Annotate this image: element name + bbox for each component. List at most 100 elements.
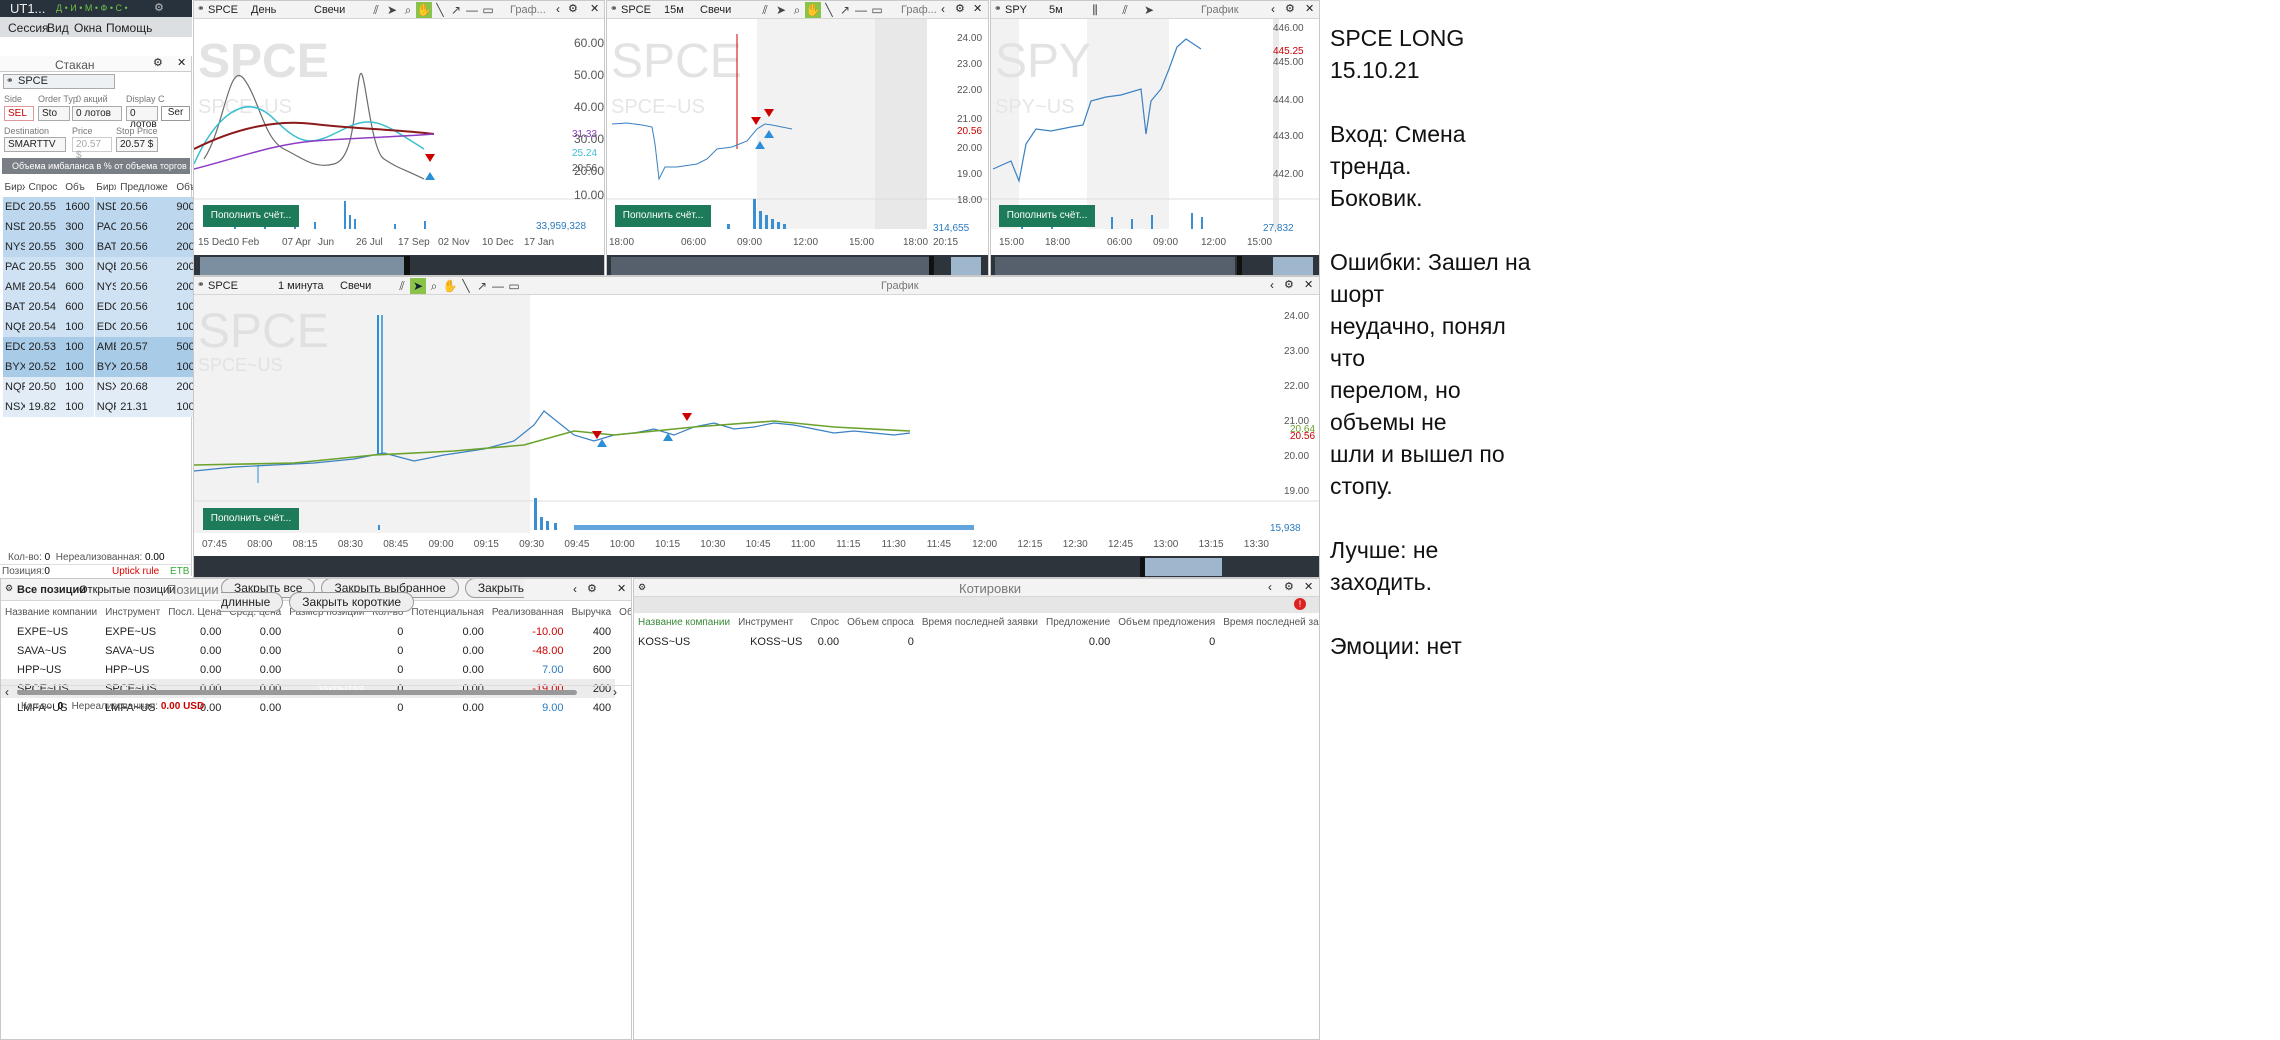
scroll-left-icon[interactable]: ‹ <box>5 685 9 699</box>
gear-icon[interactable]: ⚙ <box>568 2 578 15</box>
menu-help[interactable]: Помощь <box>106 21 152 35</box>
tab-open-positions[interactable]: Открытые позиции <box>79 584 175 596</box>
menu-windows[interactable]: Окна <box>74 21 102 35</box>
table-row[interactable]: KOSS~USKOSS~US0.0000.0000.00 <box>634 632 1319 651</box>
chevron-icon[interactable]: ‹ <box>1270 278 1274 292</box>
close-icon[interactable]: ✕ <box>1305 2 1314 15</box>
table-row[interactable]: NQBX20.54100EDGX20.56100 <box>2 317 200 337</box>
column-header[interactable]: Инструмент <box>101 603 164 622</box>
column-header[interactable]: Предложение <box>1042 613 1114 632</box>
h-scrollbar[interactable]: ‹ › <box>1 685 631 699</box>
order-type-select[interactable]: Sto <box>38 106 70 121</box>
chevron-icon[interactable]: ‹ <box>941 2 945 16</box>
zoom-icon[interactable]: ⌕ <box>426 278 442 294</box>
table-row[interactable]: HPP~US HPP~US 0.00 0.00 0 0.00 7.00 600 <box>1 660 631 679</box>
alert-icon[interactable]: ! <box>1294 598 1306 610</box>
gear-icon[interactable]: ⚙ <box>1284 278 1294 291</box>
table-row[interactable]: NQPX20.50100NSX20.68200 <box>2 377 200 397</box>
indicator-icon[interactable]: ⫽ <box>394 278 410 294</box>
chart-type[interactable]: Свечи <box>700 4 731 16</box>
chart-symbol[interactable]: SPCE <box>208 4 238 16</box>
menu-session[interactable]: Сессия <box>8 21 49 35</box>
table-row[interactable]: EDGA20.53100AMEX20.57500 <box>2 337 200 357</box>
cursor-icon[interactable]: ➤ <box>773 2 789 18</box>
table-row[interactable]: NSX19.82100NQPX21.31100 <box>2 397 200 417</box>
table-row[interactable]: EXPE~US EXPE~US 0.00 0.00 0 0.00 -10.00 400 <box>1 622 631 641</box>
gear-icon[interactable]: ⚙ <box>955 2 965 15</box>
deposit-button[interactable]: Пополнить счёт... <box>203 508 299 530</box>
chart-type[interactable]: Свечи <box>340 280 371 292</box>
close-icon[interactable]: ✕ <box>973 2 982 15</box>
chart-symbol[interactable]: SPCE <box>621 4 651 16</box>
close-icon[interactable]: ✕ <box>177 56 186 69</box>
hline-icon[interactable]: — <box>464 2 480 18</box>
close-short-button[interactable]: Закрыть короткие <box>289 592 415 612</box>
chevron-icon[interactable]: ‹ <box>1271 2 1275 16</box>
column-header[interactable]: Название компании <box>634 613 734 632</box>
column-header[interactable]: Название компании <box>1 603 101 622</box>
price-input[interactable]: 20.57 $ <box>72 137 112 161</box>
indicator-icon[interactable]: ⫽ <box>368 2 384 18</box>
table-row[interactable]: NSDQ20.55300PACX20.56200 <box>2 217 200 237</box>
symbol-field[interactable]: ⚭ SPCE <box>3 74 115 89</box>
close-icon[interactable]: ✕ <box>1304 278 1313 291</box>
chart-timeframe[interactable]: 5м <box>1049 4 1063 16</box>
route-select[interactable]: SMARTTV <box>4 137 66 152</box>
column-header[interactable]: Время последней заявки <box>1219 613 1319 632</box>
chart-type[interactable]: Свечи <box>314 4 345 16</box>
column-header[interactable]: Инструмент <box>734 613 806 632</box>
cursor-icon[interactable]: ➤ <box>410 278 426 294</box>
column-header[interactable]: Объем спроса <box>843 613 918 632</box>
close-icon[interactable]: ✕ <box>617 582 626 595</box>
deposit-button[interactable]: Пополнить счёт... <box>999 205 1095 227</box>
gear-small-icon[interactable]: ⚙ <box>638 582 646 593</box>
side-select[interactable]: SEL <box>4 106 34 121</box>
column-header[interactable]: Спрос <box>806 613 843 632</box>
line-icon[interactable]: ╲ <box>432 2 448 18</box>
chart-timeframe[interactable]: 15м <box>664 4 684 16</box>
deposit-button[interactable]: Пополнить счёт... <box>615 205 711 227</box>
tab-all-positions[interactable]: Все позиции <box>17 584 86 596</box>
hand-icon[interactable]: ✋ <box>416 2 432 18</box>
chart-canvas[interactable]: SPCE SPCE~US 31.33 25.24 20.56 60.0050.0… <box>194 19 605 276</box>
chevron-icon[interactable]: ‹ <box>556 2 560 16</box>
table-row[interactable]: PACX20.55300NQBX20.56200 <box>2 257 200 277</box>
column-header[interactable]: Объем предложения <box>1114 613 1219 632</box>
rect-icon[interactable]: ▭ <box>480 2 496 18</box>
table-row[interactable]: AMEX20.54600NYSE20.56200 <box>2 277 200 297</box>
candle-type-icon[interactable]: ⫼ <box>1087 2 1103 18</box>
indicator-icon[interactable]: ⫽ <box>1117 2 1133 18</box>
close-icon[interactable]: ✕ <box>1304 580 1313 593</box>
table-row[interactable]: BATS20.54600EDGX20.56100 <box>2 297 200 317</box>
gear-icon[interactable]: ⚙ <box>154 1 164 14</box>
chart-symbol[interactable]: SPCE <box>208 280 238 292</box>
chevron-icon[interactable]: ‹ <box>1268 580 1272 594</box>
gear-icon[interactable]: ⚙ <box>1284 580 1294 593</box>
cursor-icon[interactable]: ➤ <box>384 2 400 18</box>
hline-icon[interactable]: — <box>853 2 869 18</box>
indicator-icon[interactable]: ⫽ <box>757 2 773 18</box>
line-icon[interactable]: ╲ <box>821 2 837 18</box>
gear-small-icon[interactable]: ⚙ <box>5 583 13 594</box>
cursor-icon[interactable]: ➤ <box>1141 2 1157 18</box>
stop-price-input[interactable]: 20.57 $ <box>116 137 158 152</box>
gear-icon[interactable]: ⚙ <box>587 582 597 595</box>
chart-timeframe[interactable]: День <box>251 4 276 16</box>
rect-icon[interactable]: ▭ <box>506 278 522 294</box>
rect-icon[interactable]: ▭ <box>869 2 885 18</box>
column-header[interactable]: Посл. Цена <box>164 603 225 622</box>
lots-input[interactable]: 0 лотов <box>72 106 122 121</box>
hand-icon[interactable]: ✋ <box>442 278 458 294</box>
arrow-icon[interactable]: ↗ <box>474 278 490 294</box>
zoom-icon[interactable]: ⌕ <box>789 2 805 18</box>
imbalance-bar[interactable]: Объема имбаланса в % от объема торгов за… <box>2 158 190 174</box>
gear-icon[interactable]: ⚙ <box>1285 2 1295 15</box>
scroll-right-icon[interactable]: › <box>613 685 617 699</box>
table-row[interactable]: SAVA~US SAVA~US 0.00 0.00 0 0.00 -48.00 200 <box>1 641 631 660</box>
column-header[interactable]: Время последней заявки <box>918 613 1042 632</box>
arrow-icon[interactable]: ↗ <box>448 2 464 18</box>
gear-icon[interactable]: ⚙ <box>153 56 163 69</box>
table-row[interactable]: EDGX20.551600NSDQ20.56900 <box>2 197 200 217</box>
menu-view[interactable]: Вид <box>47 21 69 35</box>
deposit-button[interactable]: Пополнить счёт... <box>203 205 299 227</box>
